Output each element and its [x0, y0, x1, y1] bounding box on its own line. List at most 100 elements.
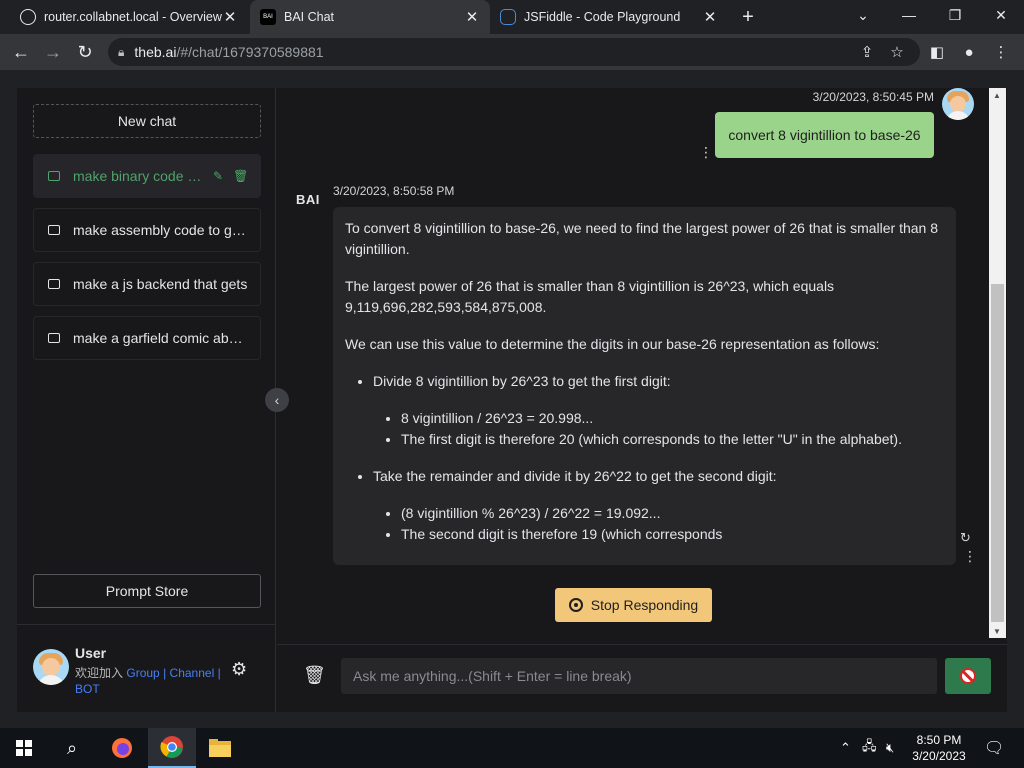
chrome-icon[interactable] — [148, 728, 196, 768]
user-area: User 欢迎加入 Group | Channel | BOT ⚙ — [17, 624, 276, 712]
reload-button[interactable]: ↻ — [72, 39, 98, 65]
conversation-title: make binary code that makes a coin flip — [73, 168, 203, 184]
stop-responding-button[interactable]: Stop Responding — [555, 588, 712, 622]
conversation-item[interactable]: make assembly code to generate — [33, 208, 261, 252]
browser-tab-strip: router.collabnet.local - Overview ✕ BAI … — [0, 0, 1024, 34]
conversation-item[interactable]: make a js backend that gets — [33, 262, 261, 306]
bot-paragraph: To convert 8 vigintillion to base-26, we… — [345, 220, 939, 257]
file-explorer-icon[interactable] — [196, 728, 244, 768]
taskbar-clock[interactable]: 8:50 PM 3/20/2023 — [906, 732, 972, 764]
new-chat-button[interactable]: New chat — [33, 104, 261, 138]
notifications-icon[interactable]: 🗨︎ — [984, 728, 1004, 768]
regenerate-icon[interactable]: ↻ — [960, 530, 971, 546]
list-item: The first digit is therefore 20 (which c… — [401, 429, 944, 450]
windows-start-icon[interactable] — [0, 728, 48, 768]
group-link[interactable]: Group — [126, 666, 159, 680]
community-links: 欢迎加入 Group | Channel | BOT — [75, 665, 225, 697]
list-item: The second digit is therefore 19 (which … — [401, 524, 944, 545]
bot-paragraph: We can use this value to determine the d… — [345, 336, 880, 352]
bot-message-more-icon[interactable]: ⋮ — [963, 549, 977, 563]
prompt-store-button[interactable]: Prompt Store — [33, 574, 261, 608]
bot-message-bubble: To convert 8 vigintillion to base-26, we… — [333, 207, 956, 565]
chat-bubble-icon — [48, 171, 60, 181]
network-icon[interactable]: 🖧︎ — [862, 728, 877, 768]
browser-menu-icon[interactable]: ⋮ — [988, 39, 1014, 65]
side-panel-icon[interactable]: ◧ — [924, 39, 950, 65]
separator: | — [217, 666, 221, 680]
clear-chat-trash-icon[interactable]: 🗑︎ — [303, 665, 326, 686]
browser-tab-router[interactable]: router.collabnet.local - Overview ✕ — [10, 0, 248, 34]
lock-icon: 🔒︎ — [118, 44, 125, 59]
prohibited-icon — [960, 668, 976, 684]
profile-icon[interactable]: ● — [956, 39, 982, 65]
delete-icon[interactable]: 🗑︎ — [233, 169, 248, 183]
close-tab-icon[interactable]: ✕ — [702, 8, 718, 26]
channel-link[interactable]: Channel — [170, 666, 215, 680]
scroll-up-icon[interactable]: ▲ — [993, 91, 1001, 100]
join-text: 欢迎加入 — [75, 666, 124, 680]
forward-button[interactable]: → — [40, 39, 66, 65]
chat-input[interactable] — [341, 658, 937, 694]
tab-title: BAI Chat — [284, 10, 335, 24]
show-hidden-icons-icon[interactable]: ⌃ — [840, 728, 851, 768]
tab-title: JSFiddle - Code Playground — [524, 10, 681, 24]
clock-date: 3/20/2023 — [912, 749, 966, 763]
send-button-disabled[interactable] — [945, 658, 991, 694]
settings-gear-icon[interactable]: ⚙ — [231, 659, 247, 680]
browser-tab-bai-chat[interactable]: BAI BAI Chat ✕ — [250, 0, 490, 34]
firefox-icon[interactable] — [98, 728, 146, 768]
close-tab-icon[interactable]: ✕ — [222, 8, 238, 26]
user-message-more-icon[interactable]: ⋮ — [699, 145, 713, 159]
volume-muted-icon[interactable]: 🔇︎ — [886, 728, 894, 768]
sidebar: New chat make binary code that makes a c… — [17, 88, 276, 712]
back-button[interactable]: ← — [8, 39, 34, 65]
new-tab-button[interactable]: + — [730, 0, 766, 34]
conversation-title: make assembly code to generate — [73, 222, 248, 238]
bot-link[interactable]: BOT — [75, 682, 100, 696]
conversation-item-active[interactable]: make binary code that makes a coin flip … — [33, 154, 261, 198]
user-name: User — [75, 645, 107, 661]
conversation-item[interactable]: make a garfield comic about — [33, 316, 261, 360]
user-message-bubble: convert 8 vigintillion to base-26 — [715, 112, 934, 158]
page-viewport: New chat make binary code that makes a c… — [0, 70, 1024, 728]
tab-search-icon[interactable]: ⌄ — [840, 0, 886, 30]
search-icon[interactable]: ⌕ — [48, 728, 96, 768]
chat-input-row: 🗑︎ — [277, 644, 1007, 712]
url-path: /#/chat/1679370589881 — [176, 44, 324, 60]
user-avatar — [33, 649, 69, 685]
tab-title: router.collabnet.local - Overview — [44, 10, 222, 24]
bot-message-timestamp: 3/20/2023, 8:50:58 PM — [333, 184, 455, 198]
user-message-timestamp: 3/20/2023, 8:50:45 PM — [812, 90, 934, 104]
close-tab-icon[interactable]: ✕ — [464, 8, 480, 26]
close-window-button[interactable]: ✕ — [978, 0, 1024, 30]
router-favicon-icon — [20, 9, 36, 25]
list-item-text: Take the remainder and divide it by 26^2… — [373, 468, 777, 484]
jsfiddle-favicon-icon — [500, 9, 516, 25]
restore-button[interactable]: ❐ — [932, 0, 978, 30]
edit-icon[interactable]: ✎ — [213, 169, 223, 183]
chat-bubble-icon — [48, 225, 60, 235]
conversation-title: make a js backend that gets — [73, 276, 248, 292]
list-item-text: Divide 8 vigintillion by 26^23 to get th… — [373, 373, 671, 389]
chat-bubble-icon — [48, 333, 60, 343]
user-message-avatar — [942, 88, 974, 120]
chat-bubble-icon — [48, 279, 60, 289]
bookmark-star-icon[interactable]: ☆ — [884, 39, 910, 65]
collapse-sidebar-button[interactable]: ‹ — [265, 388, 289, 412]
list-item: Take the remainder and divide it by 26^2… — [373, 466, 944, 545]
bai-chat-app: New chat make binary code that makes a c… — [17, 88, 1007, 712]
bot-paragraph: The largest power of 26 that is smaller … — [345, 278, 835, 315]
browser-tab-jsfiddle[interactable]: JSFiddle - Code Playground ✕ — [490, 0, 728, 34]
list-item: Divide 8 vigintillion by 26^23 to get th… — [373, 371, 944, 450]
scroll-down-icon[interactable]: ▼ — [993, 627, 1001, 636]
minimize-button[interactable]: — — [886, 0, 932, 30]
chat-scrollbar[interactable]: ▲ ▼ — [989, 88, 1006, 638]
stop-circle-icon — [568, 598, 583, 612]
bot-list: Divide 8 vigintillion by 26^23 to get th… — [345, 371, 944, 545]
scrollbar-thumb[interactable] — [991, 284, 1004, 622]
bai-logo: BAI — [296, 192, 320, 207]
share-icon[interactable]: ⇪ — [854, 39, 880, 65]
clock-time: 8:50 PM — [916, 733, 962, 747]
list-item: 8 vigintillion / 26^23 = 20.998... — [401, 408, 944, 429]
address-bar[interactable]: 🔒︎ theb.ai/#/chat/1679370589881 — [108, 38, 920, 66]
